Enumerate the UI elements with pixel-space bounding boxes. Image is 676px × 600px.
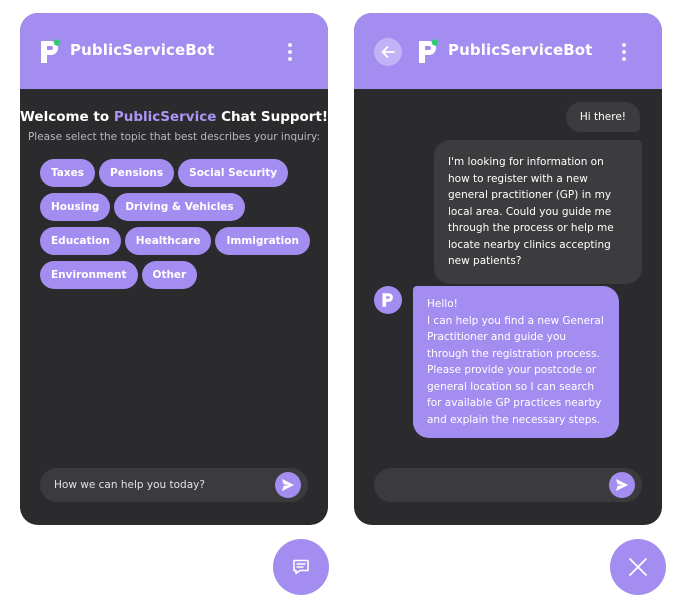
bot-avatar — [374, 286, 402, 314]
topic-chip-social-security[interactable]: Social Security — [178, 159, 289, 187]
brand-name: PublicService — [113, 109, 217, 125]
topic-chip-environment[interactable]: Environment — [40, 261, 138, 289]
topic-chip-list: Taxes Pensions Social Security Housing D… — [40, 159, 322, 289]
bot-reply: I can help you find a new General Practi… — [427, 314, 604, 426]
user-message: I'm looking for information on how to re… — [434, 140, 642, 284]
letter-p-logo-icon — [41, 39, 61, 63]
close-chat-button[interactable] — [610, 539, 666, 595]
message-input-bar — [40, 468, 308, 502]
topic-chip-immigration[interactable]: Immigration — [215, 227, 310, 255]
topic-chip-healthcare[interactable]: Healthcare — [124, 227, 212, 255]
kebab-menu-icon[interactable] — [280, 42, 300, 62]
open-chat-button[interactable] — [273, 539, 329, 595]
topic-chip-education[interactable]: Education — [40, 227, 121, 255]
arrow-left-icon — [381, 46, 395, 58]
close-icon — [629, 558, 647, 576]
topic-chip-taxes[interactable]: Taxes — [40, 159, 96, 187]
message-input[interactable] — [54, 468, 259, 502]
welcome-heading: Welcome to PublicService Chat Support! — [20, 109, 328, 125]
kebab-menu-icon[interactable] — [614, 42, 634, 62]
back-button[interactable] — [374, 38, 402, 66]
message-input[interactable] — [388, 468, 593, 502]
send-button[interactable] — [275, 472, 301, 498]
chat-header: PublicServiceBot — [354, 13, 662, 89]
chat-widget-conversation: PublicServiceBot Hi there! I'm looking f… — [354, 13, 662, 525]
letter-p-logo-icon — [382, 293, 393, 307]
user-message: Hi there! — [565, 102, 640, 132]
topic-chip-other[interactable]: Other — [141, 261, 198, 289]
message-input-bar — [374, 468, 642, 502]
chat-widget-topics: PublicServiceBot Welcome to PublicServic… — [20, 13, 328, 525]
send-button[interactable] — [609, 472, 635, 498]
topic-chip-driving-vehicles[interactable]: Driving & Vehicles — [114, 193, 245, 221]
chat-bubble-icon — [293, 559, 309, 575]
letter-p-logo-icon — [419, 39, 439, 63]
chat-title: PublicServiceBot — [448, 41, 593, 59]
chat-header: PublicServiceBot — [20, 13, 328, 89]
paper-plane-icon — [282, 479, 294, 491]
bot-greeting: Hello! — [427, 298, 458, 310]
paper-plane-icon — [616, 479, 628, 491]
bot-message: Hello! I can help you find a new General… — [413, 286, 619, 438]
topic-chip-pensions[interactable]: Pensions — [99, 159, 175, 187]
topic-chip-housing[interactable]: Housing — [40, 193, 111, 221]
welcome-subtitle: Please select the topic that best descri… — [27, 131, 321, 143]
chat-title: PublicServiceBot — [70, 41, 215, 59]
